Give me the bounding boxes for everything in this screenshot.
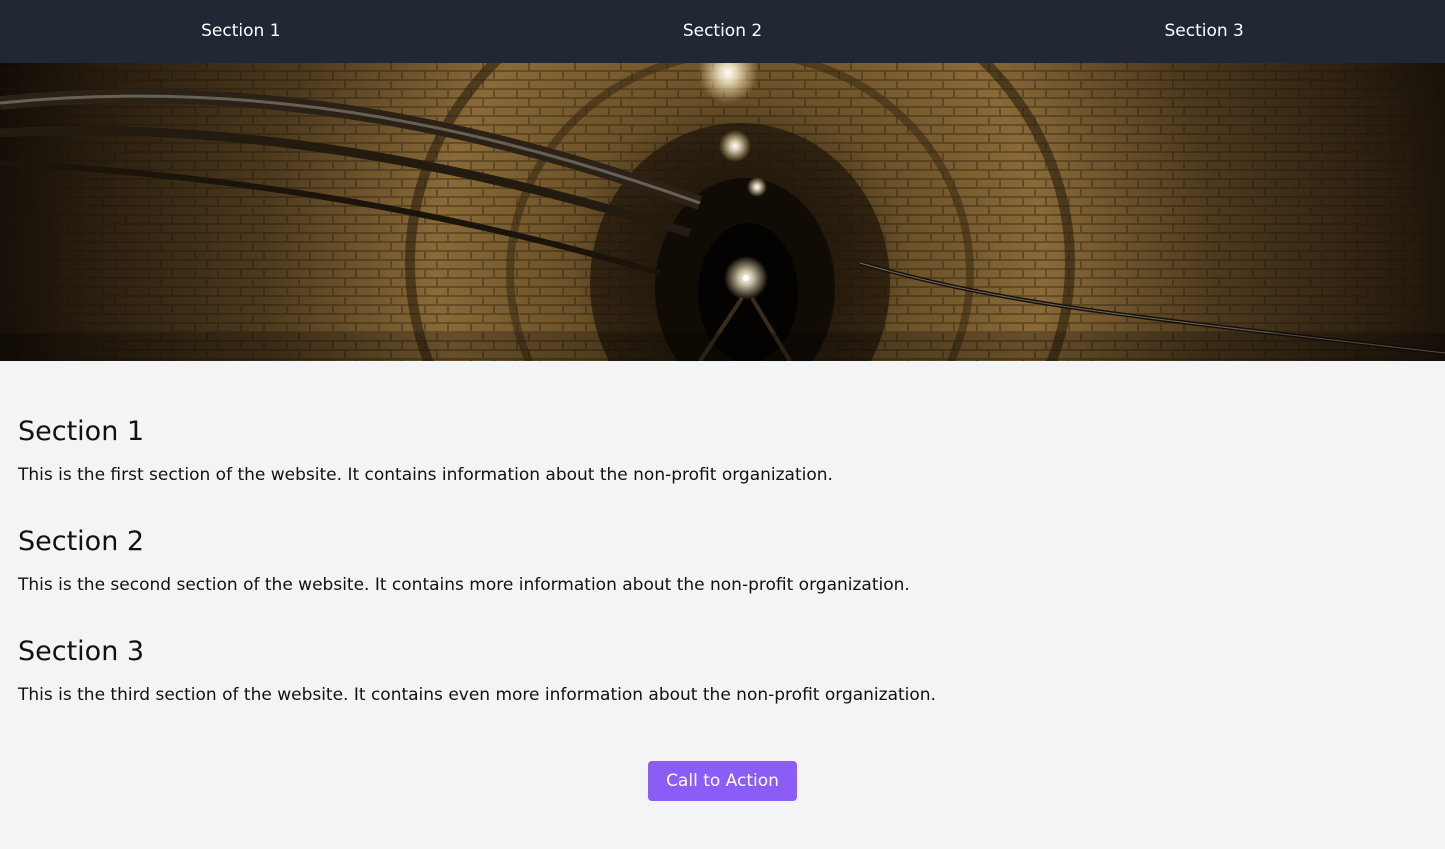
section-2: Section 2 This is the second section of … — [18, 524, 1427, 596]
section-1-body: This is the first section of the website… — [18, 465, 833, 485]
cta-container: Call to Action — [0, 761, 1445, 801]
section-3: Section 3 This is the third section of t… — [18, 634, 1427, 706]
nav-link-section-2[interactable]: Section 2 — [482, 0, 964, 63]
section-1: Section 1 This is the first section of t… — [18, 414, 1427, 486]
section-2-title: Section 2 — [18, 526, 145, 557]
main-content: Section 1 This is the first section of t… — [18, 414, 1427, 706]
nav-link-section-3[interactable]: Section 3 — [963, 0, 1445, 63]
section-2-body: This is the second section of the websit… — [18, 575, 910, 595]
hero-image-tunnel — [0, 63, 1445, 361]
section-1-title: Section 1 — [18, 416, 145, 447]
top-navbar: Section 1 Section 2 Section 3 — [0, 0, 1445, 63]
nav-link-section-1[interactable]: Section 1 — [0, 0, 482, 63]
section-3-body: This is the third section of the website… — [18, 685, 936, 705]
section-3-title: Section 3 — [18, 636, 145, 667]
call-to-action-button[interactable]: Call to Action — [648, 761, 797, 801]
